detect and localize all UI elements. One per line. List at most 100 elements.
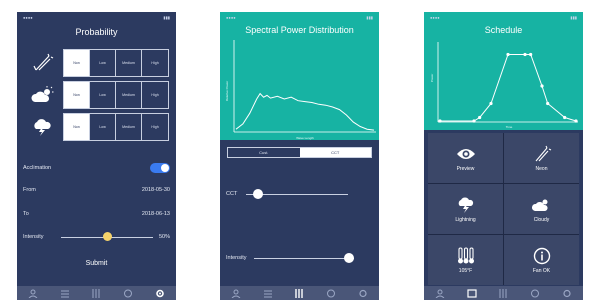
probability-screen: ●●●● ▮▮▮ Probability Non Low Medium High … — [17, 12, 176, 300]
list-icon[interactable] — [58, 289, 72, 298]
lightning-button[interactable]: Lightning — [428, 184, 503, 234]
data-point[interactable] — [489, 101, 493, 106]
tab-bar — [424, 286, 583, 300]
cloudy-label: Cloudy — [533, 216, 550, 223]
fan-button[interactable]: Fan OK — [504, 235, 579, 285]
to-row[interactable]: To 2018-06-13 — [23, 208, 170, 220]
y-axis-label: Relative Power — [225, 81, 229, 101]
data-point[interactable] — [472, 119, 476, 123]
control-grid: Preview Neon Lightning Cloudy 105°F Fan … — [428, 133, 579, 285]
option-low[interactable]: Low — [90, 82, 116, 108]
home-icon[interactable] — [26, 289, 40, 298]
lightning-icon — [458, 197, 473, 213]
option-non[interactable]: Non — [64, 82, 90, 108]
option-medium[interactable]: Medium — [116, 50, 142, 76]
sliders-icon[interactable] — [496, 288, 510, 298]
info-icon — [533, 247, 550, 264]
y-axis-label: Power — [430, 74, 434, 83]
gear-icon[interactable] — [356, 289, 370, 298]
to-date[interactable]: 2018-06-13 — [142, 211, 170, 217]
temperature-button[interactable]: 105°F — [428, 235, 503, 285]
lightning-icon — [23, 113, 63, 141]
preview-button[interactable]: Preview — [428, 133, 503, 183]
neon-button[interactable]: Neon — [504, 133, 579, 183]
tab-cust[interactable]: Cust. — [228, 148, 300, 157]
status-bar: ●●●● ▮▮▮ — [23, 14, 170, 20]
home-icon[interactable] — [433, 289, 447, 298]
cloudy-icon — [531, 199, 548, 211]
neon-label: Neon — [535, 165, 548, 172]
tab-cct[interactable]: CCT — [299, 148, 371, 157]
intensity-slider-knob[interactable] — [102, 232, 112, 241]
preview-icon — [456, 148, 475, 159]
cct-label: CCT — [226, 191, 238, 197]
cloudy-probability-row: Non Low Medium High — [23, 81, 173, 109]
cloudy-icon — [23, 81, 63, 109]
lightning-probability-row: Non Low Medium High — [23, 113, 173, 141]
tab-bar — [17, 286, 176, 300]
submit-button[interactable]: Submit — [17, 260, 176, 267]
list-icon[interactable] — [465, 288, 479, 298]
settings-icon[interactable] — [324, 289, 338, 298]
acclimation-label: Acclimation — [23, 165, 52, 171]
settings-icon[interactable] — [121, 289, 135, 298]
data-point[interactable] — [574, 119, 578, 123]
intensity-slider-track[interactable] — [254, 258, 354, 259]
data-point[interactable] — [529, 52, 533, 57]
tab-bar — [220, 286, 379, 300]
from-date[interactable]: 2018-05-30 — [142, 187, 170, 193]
page-title: Probability — [75, 27, 118, 37]
data-point[interactable] — [438, 119, 442, 123]
intensity-label: Intensity — [23, 234, 44, 240]
option-medium[interactable]: Medium — [116, 82, 142, 108]
temperature-label: 105°F — [458, 267, 473, 274]
gear-icon[interactable] — [560, 289, 574, 298]
gear-icon[interactable] — [153, 289, 167, 298]
cloudy-button[interactable]: Cloudy — [504, 184, 579, 234]
list-icon[interactable] — [261, 289, 275, 298]
data-point[interactable] — [563, 115, 567, 120]
option-medium[interactable]: Medium — [116, 114, 142, 140]
preview-label: Preview — [456, 165, 475, 172]
schedule-chart: Power Time — [430, 42, 578, 129]
x-axis-label: Time — [506, 125, 513, 129]
data-point[interactable] — [540, 84, 544, 88]
option-low[interactable]: Low — [90, 50, 116, 76]
home-icon[interactable] — [229, 289, 243, 298]
option-high[interactable]: High — [142, 114, 168, 140]
settings-icon[interactable] — [528, 289, 542, 298]
x-axis-label: Wave Length — [296, 136, 314, 140]
neon-options: Non Low Medium High — [63, 49, 169, 77]
option-non[interactable]: Non — [64, 114, 90, 140]
series-line — [440, 54, 577, 122]
option-low[interactable]: Low — [90, 114, 116, 140]
fan-label: Fan OK — [532, 267, 551, 274]
to-label: To — [23, 211, 29, 217]
from-label: From — [23, 187, 36, 193]
option-high[interactable]: High — [142, 50, 168, 76]
option-non[interactable]: Non — [64, 50, 90, 76]
acclimation-toggle[interactable] — [150, 163, 170, 173]
option-high[interactable]: High — [142, 82, 168, 108]
intensity-label: Intensity — [226, 255, 247, 261]
sliders-icon[interactable] — [292, 288, 306, 298]
acclimation-row: Acclimation — [23, 162, 170, 174]
intensity-value: 50% — [158, 234, 170, 240]
page-title: Schedule — [484, 25, 523, 35]
data-point[interactable] — [546, 101, 550, 106]
lightning-options: Non Low Medium High — [63, 113, 169, 141]
mode-segment: Cust. CCT — [227, 147, 372, 158]
cct-slider-knob[interactable] — [253, 189, 264, 199]
data-point[interactable] — [523, 52, 527, 57]
schedule-screen: ●●●● ▮▮▮ Schedule Power Time Preview Neon… — [424, 12, 583, 300]
data-point[interactable] — [506, 52, 510, 57]
intensity-slider-knob[interactable] — [344, 253, 354, 263]
sliders-icon[interactable] — [89, 288, 103, 298]
from-row[interactable]: From 2018-05-30 — [23, 184, 170, 196]
neon-icon — [23, 49, 63, 77]
lightning-label: Lightning — [455, 216, 476, 223]
cloudy-options: Non Low Medium High — [63, 81, 169, 109]
neon-icon — [535, 145, 551, 161]
neon-probability-row: Non Low Medium High — [23, 49, 173, 77]
data-point[interactable] — [478, 115, 482, 120]
